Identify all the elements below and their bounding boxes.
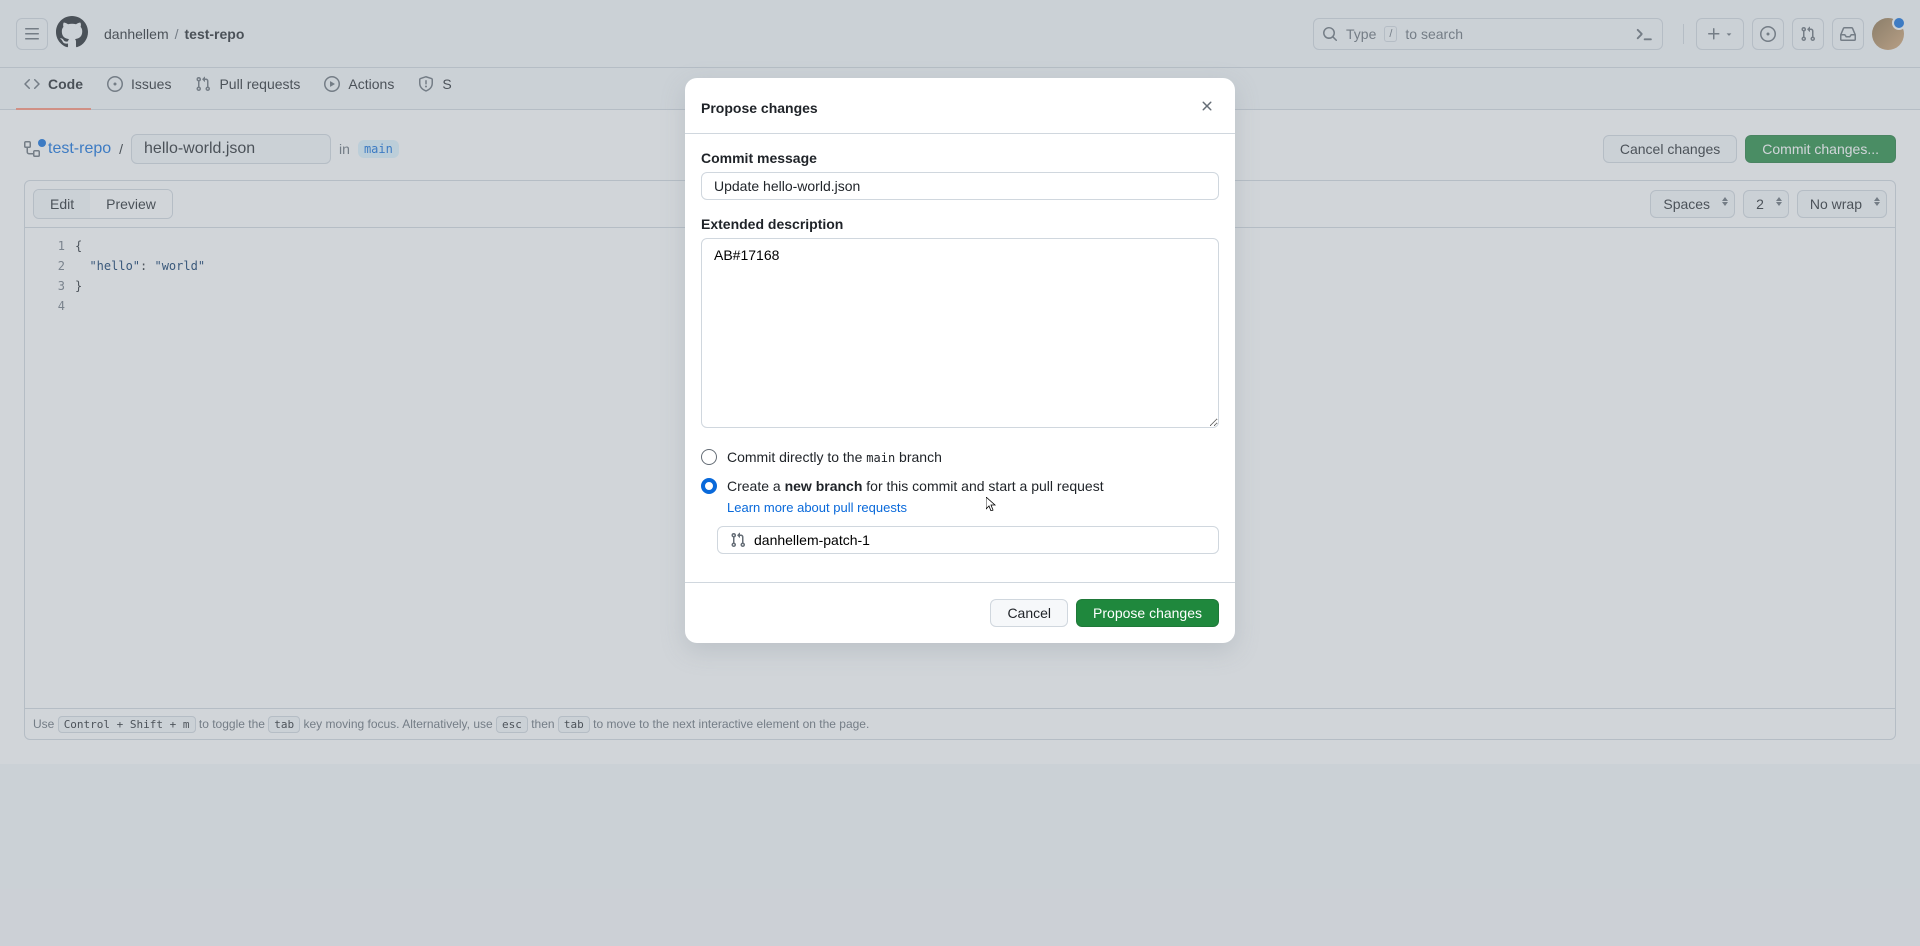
text-bold: new branch	[785, 478, 863, 494]
propose-changes-button[interactable]: Propose changes	[1076, 599, 1219, 627]
cancel-button[interactable]: Cancel	[990, 599, 1068, 627]
text: Commit directly to the	[727, 449, 866, 465]
radio-commit-direct[interactable]: Commit directly to the main branch	[701, 447, 1219, 468]
radio-label: Create a new branch for this commit and …	[727, 476, 1104, 518]
modal-body: Commit message Extended description Comm…	[685, 133, 1235, 582]
modal-overlay[interactable]: Propose changes Commit message Extended …	[0, 0, 1920, 946]
modal-title: Propose changes	[701, 100, 1195, 116]
propose-changes-dialog: Propose changes Commit message Extended …	[685, 78, 1235, 643]
radio-icon	[701, 449, 717, 465]
close-icon	[1199, 98, 1215, 114]
branch-name-input-wrap	[717, 526, 1219, 554]
text: for this commit and start a pull request	[862, 478, 1103, 494]
branch-name-input[interactable]	[754, 532, 1206, 548]
close-button[interactable]	[1195, 94, 1219, 121]
extended-description-input[interactable]	[701, 238, 1219, 428]
commit-target-group: Commit directly to the main branch Creat…	[701, 447, 1219, 554]
text: Create a	[727, 478, 785, 494]
modal-footer: Cancel Propose changes	[685, 582, 1235, 643]
radio-icon-checked	[701, 478, 717, 494]
commit-message-input[interactable]	[701, 172, 1219, 200]
extended-description-label: Extended description	[701, 216, 1219, 232]
learn-more-link[interactable]: Learn more about pull requests	[727, 500, 907, 515]
radio-label: Commit directly to the main branch	[727, 447, 942, 468]
commit-message-label: Commit message	[701, 150, 1219, 166]
git-pull-request-icon	[730, 532, 746, 548]
radio-new-branch[interactable]: Create a new branch for this commit and …	[701, 476, 1219, 518]
text: branch	[895, 449, 942, 465]
modal-header: Propose changes	[685, 78, 1235, 133]
branch-name: main	[866, 451, 895, 465]
